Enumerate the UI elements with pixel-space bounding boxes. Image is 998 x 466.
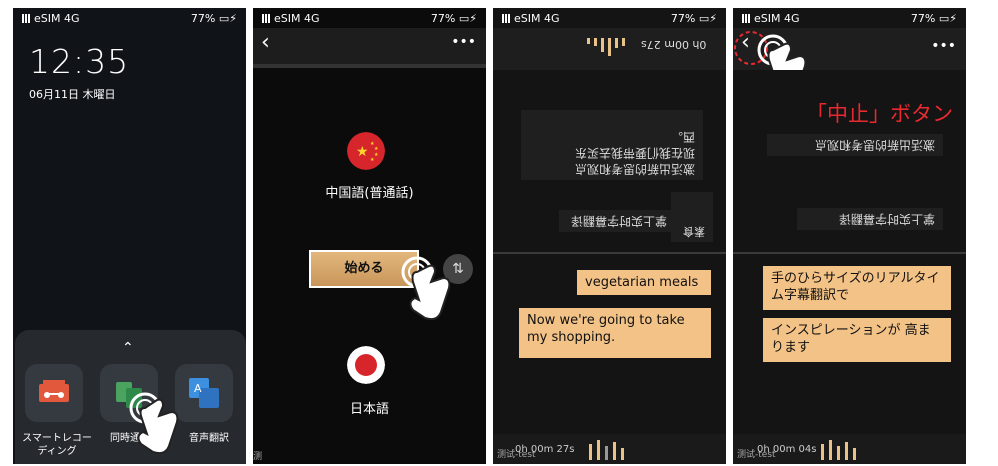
interpretation-screen: eSIM 4G 77% ▭⚡ 0h 00m 27s 激活出新的思考和观点 现在我… (493, 8, 726, 464)
mirrored-caption-small: 素食 (671, 192, 713, 242)
wave-bar (608, 38, 611, 56)
mirrored-caption-area: 激活出新的思考和观点 现在我们要带我去买东 西。 素食 掌上实时字幕翻译 (493, 70, 726, 252)
status-bar: eSIM 4G 77% ▭⚡ (493, 8, 726, 28)
mirrored-top-bar: 0h 00m 27s (493, 28, 726, 70)
translation-bubble: vegetarian meals (577, 270, 711, 295)
bottom-bar: 测试-test 0h 00m 04s (733, 434, 966, 464)
language-select-screen: eSIM 4G 77% ▭⚡ ‹ ••• ★ ★ ★ ★ ★ 中国語(普通話) … (253, 8, 486, 464)
status-bar: eSIM 4G 77% ▭⚡ (253, 8, 486, 28)
divider (493, 252, 726, 254)
translation-bubble: Now we're going to take my shopping. (519, 308, 711, 358)
divider (733, 252, 966, 254)
battery: 77% ▭⚡ (190, 12, 237, 25)
lock-clock: 12:35 (29, 42, 130, 81)
wave-bar (621, 448, 624, 460)
chevron-up-icon[interactable]: ⌃ (122, 340, 134, 356)
more-icon[interactable]: ••• (931, 38, 956, 54)
svg-text:★: ★ (370, 157, 375, 163)
status-bar: eSIM 4G 77% ▭⚡ (13, 8, 246, 28)
timer: 0h 00m 27s (515, 444, 575, 455)
source-language-label[interactable]: 中国語(普通話) (253, 182, 486, 201)
signal: eSIM 4G (262, 12, 320, 25)
signal-icon (22, 14, 32, 23)
status-bar: eSIM 4G 77% ▭⚡ (733, 8, 966, 28)
svg-text:A: A (194, 382, 202, 395)
bottom-text: 测 (253, 452, 263, 462)
wave-bar (597, 440, 600, 460)
signal: eSIM 4G (502, 12, 560, 25)
more-icon[interactable]: ••• (451, 34, 476, 50)
wave-bar (845, 442, 848, 460)
translation-bubble: インスピレーションが 高まります (763, 318, 951, 362)
battery: 77% ▭⚡ (910, 12, 957, 25)
wave-bar (622, 38, 625, 46)
signal-icon (742, 14, 752, 23)
signal: eSIM 4G (22, 12, 80, 25)
signal-icon (502, 14, 512, 23)
wave-bar (615, 38, 618, 48)
divider (253, 64, 486, 68)
wave-bar (587, 38, 590, 44)
mirrored-caption-line: 掌上实时字幕翻译 (797, 208, 943, 230)
back-icon[interactable]: ‹ (261, 30, 270, 55)
svg-text:★: ★ (374, 152, 379, 158)
wave-bar (853, 448, 856, 460)
mirrored-caption-line: 激活出新的思考和观点 (767, 134, 943, 156)
smart-recording-label: スマートレコー ディング (22, 433, 92, 457)
japan-flag-icon[interactable] (347, 346, 385, 384)
mirrored-caption-block: 激活出新的思考和观点 现在我们要带我去买东 西。 (521, 110, 703, 180)
wave-bar (601, 38, 604, 52)
recorder-icon (39, 380, 69, 402)
svg-text:★: ★ (356, 144, 369, 160)
wave-bar (821, 444, 824, 460)
battery: 77% ▭⚡ (670, 12, 717, 25)
wave-bar (837, 446, 840, 460)
smart-recording-button[interactable] (25, 364, 83, 422)
wave-bar (605, 446, 608, 460)
wave-bar (829, 440, 832, 460)
wave-bar (594, 38, 597, 46)
tap-hand-icon (401, 256, 451, 321)
target-language-label[interactable]: 日本語 (253, 398, 486, 417)
signal-icon (262, 14, 272, 23)
translation-bubble: 手のひらサイズのリアルタイム字幕翻訳で (763, 266, 951, 310)
tap-hand-icon (129, 392, 179, 455)
app-tray: ⌃ A スマートレコー ディング 同時通訳 音声翻訳 (15, 330, 246, 464)
battery: 77% ▭⚡ (430, 12, 477, 25)
wave-bar (613, 442, 616, 460)
home-screen: eSIM 4G 77% ▭⚡ 12:35 06月11日 木曜日 ⌃ A スマート… (13, 8, 246, 464)
mirrored-timer: 0h 00m 27s (640, 38, 706, 51)
wave-bar (589, 444, 592, 460)
stop-button-callout: 「中止」ボタン (806, 102, 953, 126)
timer: 0h 00m 04s (757, 444, 817, 455)
interpretation-screen-stop: eSIM 4G 77% ▭⚡ ‹ ••• 激活出新的思考和观点 掌上实时字幕翻译… (733, 8, 966, 464)
signal: eSIM 4G (742, 12, 800, 25)
lock-date: 06月11日 木曜日 (29, 88, 116, 101)
china-flag-icon[interactable]: ★ ★ ★ ★ ★ (347, 132, 385, 170)
bottom-bar: 测试-test 0h 00m 27s (493, 434, 726, 464)
mirrored-caption-line: 掌上实时字幕翻译 (559, 210, 675, 232)
top-bar: ‹ ••• (253, 28, 486, 64)
